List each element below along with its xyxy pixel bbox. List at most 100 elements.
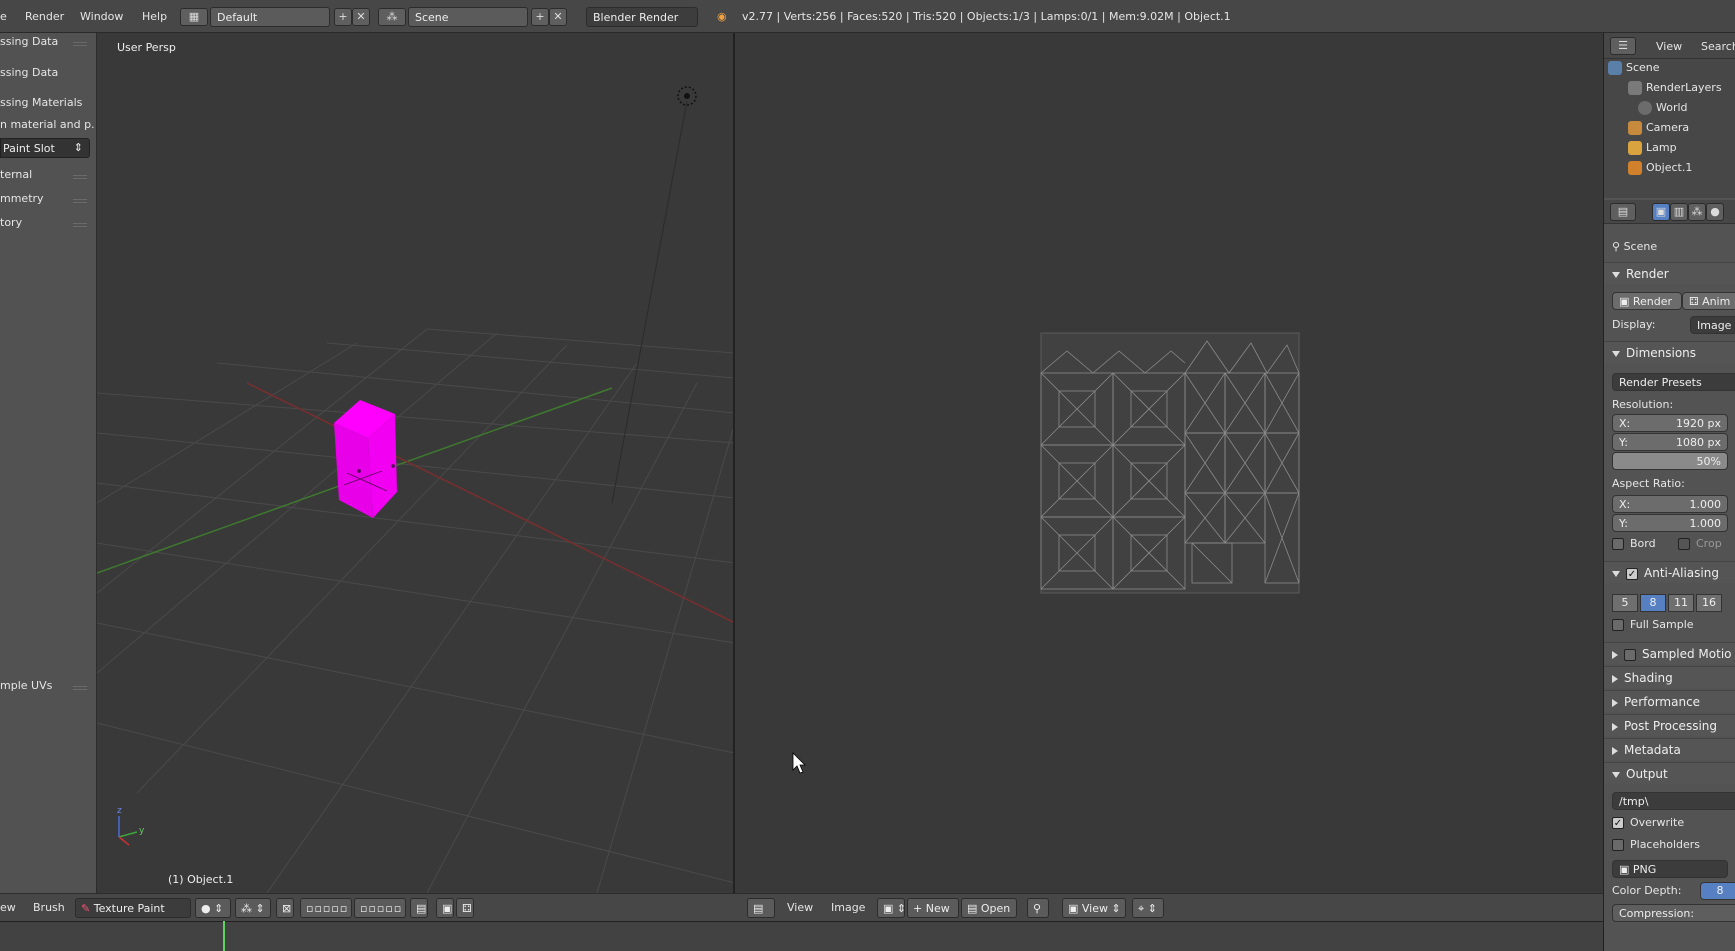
output-panel-header[interactable]: Output [1604, 762, 1735, 784]
screen-layout-field[interactable]: Default [210, 7, 330, 27]
layers-grid-b[interactable]: ▫▫▫▫▫ [354, 898, 406, 918]
display-select[interactable]: Image [1690, 316, 1735, 334]
shelf-panel-header[interactable]: mmetry [0, 192, 95, 210]
lock-layer-icon[interactable]: ▤ [410, 898, 428, 918]
layers-grid-a[interactable]: ▫▫▫▫▫ [300, 898, 352, 918]
tree-item-camera[interactable]: Camera [1628, 121, 1689, 139]
crop-checkbox[interactable]: Crop [1678, 537, 1722, 550]
border-checkbox[interactable]: Bord [1612, 537, 1656, 550]
paint-slot-button[interactable]: Paint Slot ⇕ [0, 138, 90, 158]
render-anim-icon[interactable]: ⚃ [456, 898, 474, 918]
antialiasing-panel-header[interactable]: ✓ Anti-Aliasing [1604, 561, 1735, 583]
pivot-select[interactable]: ⁂ ⇕ [235, 898, 271, 918]
scene-context-icon[interactable]: ⁂ [1688, 203, 1706, 221]
render-opengl-icon[interactable]: ▣ [436, 898, 454, 918]
uv-image-editor[interactable] [737, 33, 1603, 893]
view-label: View [1081, 902, 1108, 915]
new-image-button[interactable]: + New [907, 898, 959, 918]
occlude-icon[interactable]: ⊠ [276, 898, 294, 918]
render-engine-select[interactable]: Blender Render [586, 7, 698, 27]
render-button[interactable]: ▣ Render [1612, 292, 1682, 310]
aspect-y-field[interactable]: Y: 1.000 [1612, 514, 1728, 532]
open-image-button[interactable]: ▤ Open [961, 898, 1017, 918]
outliner-view-menu[interactable]: View [1656, 40, 1682, 53]
image-view-menu[interactable]: View [787, 901, 813, 914]
color-depth-button[interactable]: 8 [1700, 882, 1735, 900]
brush-menu[interactable]: Brush [33, 901, 65, 914]
menu-help[interactable]: Help [142, 10, 167, 23]
screen-layout-icon[interactable]: ▦ [180, 8, 208, 26]
render-presets-select[interactable]: Render Presets [1612, 373, 1735, 391]
tree-item-scene[interactable]: Scene [1608, 61, 1660, 79]
shelf-item[interactable]: ssing Data [0, 35, 95, 53]
menu-file-fragment[interactable]: e [0, 10, 7, 23]
tree-item-renderlayers[interactable]: RenderLayers [1628, 81, 1722, 99]
mode-view-select[interactable]: ▣ View ⇕ [1062, 898, 1126, 918]
remove-scene-icon[interactable]: ✕ [549, 8, 567, 26]
object-label: (1) Object.1 [168, 873, 234, 886]
image-browse-icon[interactable]: ▣ ⇕ [877, 898, 906, 918]
aa-sample-button[interactable]: 11 [1668, 594, 1694, 612]
metadata-panel-header[interactable]: Metadata [1604, 738, 1735, 760]
shelf-panel-header[interactable]: mple UVs [0, 679, 95, 697]
shading-select[interactable]: ● ⇕ [195, 898, 231, 918]
pivot-select[interactable]: ⌖ ⇕ [1132, 898, 1164, 918]
shading-panel-header[interactable]: Shading [1604, 666, 1735, 688]
shelf-item[interactable]: ssing Materials [0, 96, 95, 114]
pin-image-icon[interactable]: ⚲ [1027, 898, 1049, 918]
playhead[interactable] [223, 921, 225, 951]
aa-sample-button[interactable]: 8 [1640, 594, 1666, 612]
output-path-field[interactable]: /tmp\ [1612, 792, 1735, 810]
performance-panel-header[interactable]: Performance [1604, 690, 1735, 712]
pin-icon[interactable]: ⚲ [1612, 240, 1620, 253]
3d-viewport[interactable]: z y User Persp (1) Object.1 [97, 33, 735, 893]
overwrite-checkbox[interactable]: ✓ Overwrite [1612, 816, 1684, 829]
add-layout-icon[interactable]: + [334, 8, 352, 26]
render-panel-header[interactable]: Render [1604, 262, 1735, 284]
timeline[interactable] [0, 921, 1603, 951]
file-format-select[interactable]: ▣ PNG [1612, 860, 1728, 878]
tree-item-lamp[interactable]: Lamp [1628, 141, 1677, 159]
menu-render[interactable]: Render [25, 10, 64, 23]
editor-type-icon[interactable]: ▤ [1610, 203, 1636, 221]
aa-sample-button[interactable]: 16 [1696, 594, 1722, 612]
remove-layout-icon[interactable]: ✕ [352, 8, 370, 26]
shelf-item[interactable]: ssing Data [0, 66, 95, 84]
sampled-motion-panel-header[interactable]: Sampled Motio [1604, 642, 1735, 664]
aspect-x-field[interactable]: X: 1.000 [1612, 495, 1728, 513]
dimensions-panel-header[interactable]: Dimensions [1604, 341, 1735, 363]
add-scene-icon[interactable]: + [531, 8, 549, 26]
world-context-icon[interactable]: ● [1706, 203, 1724, 221]
cube-object[interactable] [334, 400, 397, 518]
menu-window[interactable]: Window [80, 10, 123, 23]
scene-field[interactable]: Scene [408, 7, 528, 27]
scene-icon[interactable]: ⁂ [378, 8, 406, 26]
post-processing-panel-header[interactable]: Post Processing [1604, 714, 1735, 736]
editor-type-icon[interactable]: ☰ [1610, 37, 1636, 55]
resolution-percentage-slider[interactable]: 50% [1612, 452, 1728, 470]
checkbox-icon[interactable] [1624, 648, 1636, 661]
render-context-icon[interactable]: ▣ [1652, 203, 1670, 221]
checkbox-label: Full Sample [1630, 618, 1694, 631]
resolution-x-field[interactable]: X: 1920 px [1612, 414, 1728, 432]
placeholders-checkbox[interactable]: Placeholders [1612, 838, 1700, 851]
view-menu-fragment[interactable]: ew [0, 901, 16, 914]
tree-item-world[interactable]: World [1638, 101, 1688, 119]
full-sample-checkbox[interactable]: Full Sample [1612, 618, 1694, 631]
compression-slider[interactable]: Compression: [1612, 904, 1735, 922]
layers-context-icon[interactable]: ▥ [1670, 203, 1688, 221]
mode-select[interactable]: ✎ Texture Paint [75, 898, 191, 918]
field-label: Y: [1619, 436, 1628, 449]
editor-type-icon[interactable]: ▤ [747, 898, 775, 918]
image-image-menu[interactable]: Image [831, 901, 865, 914]
aa-sample-button[interactable]: 5 [1612, 594, 1638, 612]
tree-item-object[interactable]: Object.1 [1628, 161, 1692, 179]
panel-title: Performance [1624, 695, 1701, 709]
shelf-item[interactable]: n material and p... [0, 118, 95, 136]
anim-button[interactable]: ⚃ Anim [1682, 292, 1735, 310]
outliner-search-menu[interactable]: Search [1701, 40, 1735, 53]
shelf-panel-header[interactable]: tory [0, 216, 95, 234]
shelf-panel-header[interactable]: ternal [0, 168, 95, 186]
checkbox-icon[interactable]: ✓ [1626, 567, 1638, 580]
resolution-y-field[interactable]: Y: 1080 px [1612, 433, 1728, 451]
